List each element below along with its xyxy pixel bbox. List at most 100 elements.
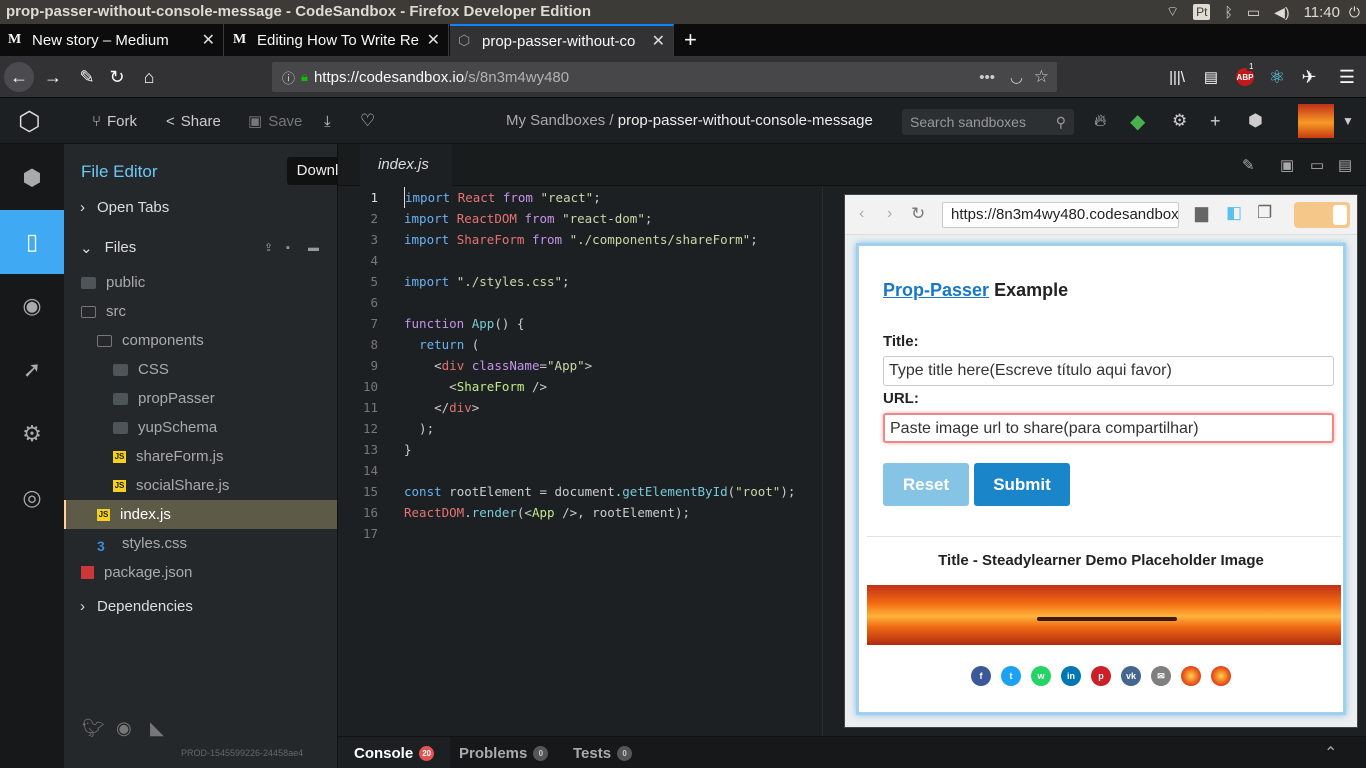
pinterest-icon[interactable]: p xyxy=(1091,666,1111,686)
new-tab-button[interactable]: + xyxy=(676,24,706,56)
fork-button[interactable]: ⑂ Fork xyxy=(92,98,137,144)
editor-tab-index-js[interactable]: index.js xyxy=(360,144,452,186)
preview-back-icon[interactable]: ‹ xyxy=(859,205,864,223)
reload-button[interactable]: ↻ xyxy=(102,62,132,92)
back-button[interactable]: ← xyxy=(4,62,34,92)
settings-gear-icon[interactable]: ⚙ xyxy=(1172,98,1187,144)
battery-icon[interactable]: ▭ xyxy=(1247,4,1260,21)
github-icon[interactable]: ◉ xyxy=(0,274,64,338)
preview-forward-icon[interactable]: › xyxy=(887,205,892,223)
bookmark-star-icon[interactable]: ☆ xyxy=(1034,67,1049,87)
preview-toggle[interactable] xyxy=(1294,202,1350,228)
tree-item-proppasser[interactable]: propPasser xyxy=(64,384,337,413)
tree-item-css[interactable]: CSS xyxy=(64,355,337,384)
browser-tab-medium-edit[interactable]: M Editing How To Write Re ✕ xyxy=(225,24,449,56)
new-folder-icon[interactable]: ▬ xyxy=(308,242,319,254)
power-icon[interactable]: ⏻ xyxy=(1349,4,1360,21)
codesandbox-social-icon[interactable]: ◣ xyxy=(150,718,164,739)
volume-icon[interactable]: ◀) xyxy=(1274,4,1289,21)
home-button[interactable]: ⌂ xyxy=(134,62,164,92)
browser-tab-codesandbox[interactable]: ⬡ prop-passer-without-co ✕ xyxy=(450,24,674,56)
tree-item-styles-css[interactable]: 3 styles.css xyxy=(64,529,337,558)
close-icon[interactable]: ✕ xyxy=(202,30,215,50)
open-window-icon[interactable]: ❐ xyxy=(1257,203,1272,223)
preview-toggle-icon[interactable]: ▣ xyxy=(1280,156,1294,174)
extension-diamond-icon[interactable]: ◆ xyxy=(1130,98,1145,144)
upload-icon[interactable]: ⇪ xyxy=(264,241,273,254)
wifi-icon[interactable]: ⌔ xyxy=(1166,3,1179,21)
submit-button[interactable]: Submit xyxy=(974,463,1070,506)
info-icon[interactable]: ⓘ xyxy=(282,68,295,87)
url-input[interactable]: Paste image url to share(para compartilh… xyxy=(883,413,1334,443)
clock[interactable]: 11:40 xyxy=(1304,4,1340,21)
prettify-icon[interactable]: ✎ xyxy=(1242,156,1255,174)
close-icon[interactable]: ✕ xyxy=(427,30,440,50)
facebook-icon[interactable]: f xyxy=(971,666,991,686)
live-icon[interactable]: ◎ xyxy=(0,466,64,530)
library-icon[interactable]: |||\ xyxy=(1162,62,1192,92)
tree-item-yupschema[interactable]: yupSchema xyxy=(64,413,337,442)
page-actions-icon[interactable]: ••• xyxy=(979,69,995,86)
download-button[interactable]: ⤓ xyxy=(324,98,331,144)
preview-url-input[interactable]: https://8n3m4wy480.codesandbox.io/ xyxy=(942,202,1179,228)
extension-icon[interactable]: ✈ xyxy=(1294,62,1324,92)
tree-item-public[interactable]: public xyxy=(64,268,337,297)
adblock-icon[interactable]: ABP xyxy=(1230,62,1260,92)
pocket-icon[interactable]: ◡ xyxy=(1010,68,1023,86)
wrench-icon[interactable]: ✎ xyxy=(72,62,102,92)
breadcrumb-current[interactable]: prop-passer-without-console-message xyxy=(618,112,873,129)
react-devtools-icon[interactable]: ⚛ xyxy=(1262,62,1292,92)
file-editor-icon[interactable]: ▯ xyxy=(0,210,64,274)
tree-item-shareform[interactable]: JS shareForm.js xyxy=(64,442,337,471)
keyboard-layout[interactable]: Pt xyxy=(1193,4,1211,20)
tree-item-src[interactable]: src xyxy=(64,297,337,326)
terminal-icon[interactable]: ▭ xyxy=(1310,156,1324,174)
github-icon[interactable]: ◉ xyxy=(116,718,132,739)
chevron-up-icon[interactable]: ⌃ xyxy=(1324,743,1337,763)
avatar[interactable] xyxy=(1298,104,1334,138)
tab-problems[interactable]: Problems 0 xyxy=(459,737,549,768)
tree-item-index-js[interactable]: JS index.js xyxy=(64,500,337,529)
open-tabs-section[interactable]: › Open Tabs xyxy=(64,193,337,222)
reset-button[interactable]: Reset xyxy=(883,463,969,506)
twitter-icon[interactable]: 🐦︎ xyxy=(82,718,105,739)
title-input[interactable]: Type title here(Escreve título aqui favo… xyxy=(883,356,1334,386)
split-view-icon[interactable]: ▤ xyxy=(1338,156,1352,174)
dependencies-section[interactable]: › Dependencies xyxy=(64,592,337,621)
tab-console[interactable]: Console 20 xyxy=(338,737,451,768)
chevron-down-icon[interactable]: ▼ xyxy=(1342,98,1354,144)
vk-icon[interactable]: vk xyxy=(1121,666,1141,686)
twitter-icon[interactable]: t xyxy=(1001,666,1021,686)
new-file-icon[interactable]: ▪ xyxy=(286,242,290,254)
tree-item-package-json[interactable]: package.json xyxy=(64,558,337,587)
menu-icon[interactable]: ☰ xyxy=(1332,62,1362,92)
tab-tests[interactable]: Tests 0 xyxy=(573,737,633,768)
save-button[interactable]: ▣ Save xyxy=(248,98,302,144)
files-section[interactable]: ⌄ Files ⇪ ▪ ▬ xyxy=(64,233,337,262)
tree-item-components[interactable]: components xyxy=(64,326,337,355)
image-share-icon[interactable] xyxy=(1211,666,1231,686)
codesandbox-logo-icon[interactable]: ⬡ xyxy=(18,98,41,144)
breadcrumb-root[interactable]: My Sandboxes xyxy=(506,112,605,129)
project-info-icon[interactable]: ⬢ xyxy=(0,146,64,210)
linkedin-icon[interactable]: in xyxy=(1061,666,1081,686)
url-bar[interactable]: ⓘ 🔒︎ https://codesandbox.io/s/8n3m4wy480… xyxy=(272,62,1057,92)
search-sandboxes-input[interactable]: Search sandboxes ⚲ xyxy=(902,109,1074,135)
box-icon[interactable]: ⬢ xyxy=(1248,98,1263,144)
prop-passer-link[interactable]: Prop-Passer xyxy=(883,280,989,300)
email-icon[interactable]: ✉ xyxy=(1151,666,1171,686)
heart-icon[interactable]: ♡ xyxy=(360,98,375,144)
close-icon[interactable]: ✕ xyxy=(652,31,665,51)
forward-button[interactable]: → xyxy=(38,62,68,92)
share-button[interactable]: < Share xyxy=(166,98,221,144)
fire-icon[interactable]: 🔥︎ xyxy=(1094,98,1106,144)
whatsapp-icon[interactable]: w xyxy=(1031,666,1051,686)
server-control-icon[interactable]: ⚙ xyxy=(0,402,64,466)
tree-item-socialshare[interactable]: JS socialShare.js xyxy=(64,471,337,500)
layout-bottom-icon[interactable]: ▆ xyxy=(1195,203,1208,223)
deploy-rocket-icon[interactable]: ➚ xyxy=(0,338,64,402)
browser-tab-medium-new[interactable]: M New story – Medium ✕ xyxy=(0,24,224,56)
bluetooth-icon[interactable]: ᛒ xyxy=(1224,4,1232,20)
layout-right-icon[interactable]: ◧ xyxy=(1226,203,1242,223)
sidebar-icon[interactable]: ▤ xyxy=(1196,62,1226,92)
